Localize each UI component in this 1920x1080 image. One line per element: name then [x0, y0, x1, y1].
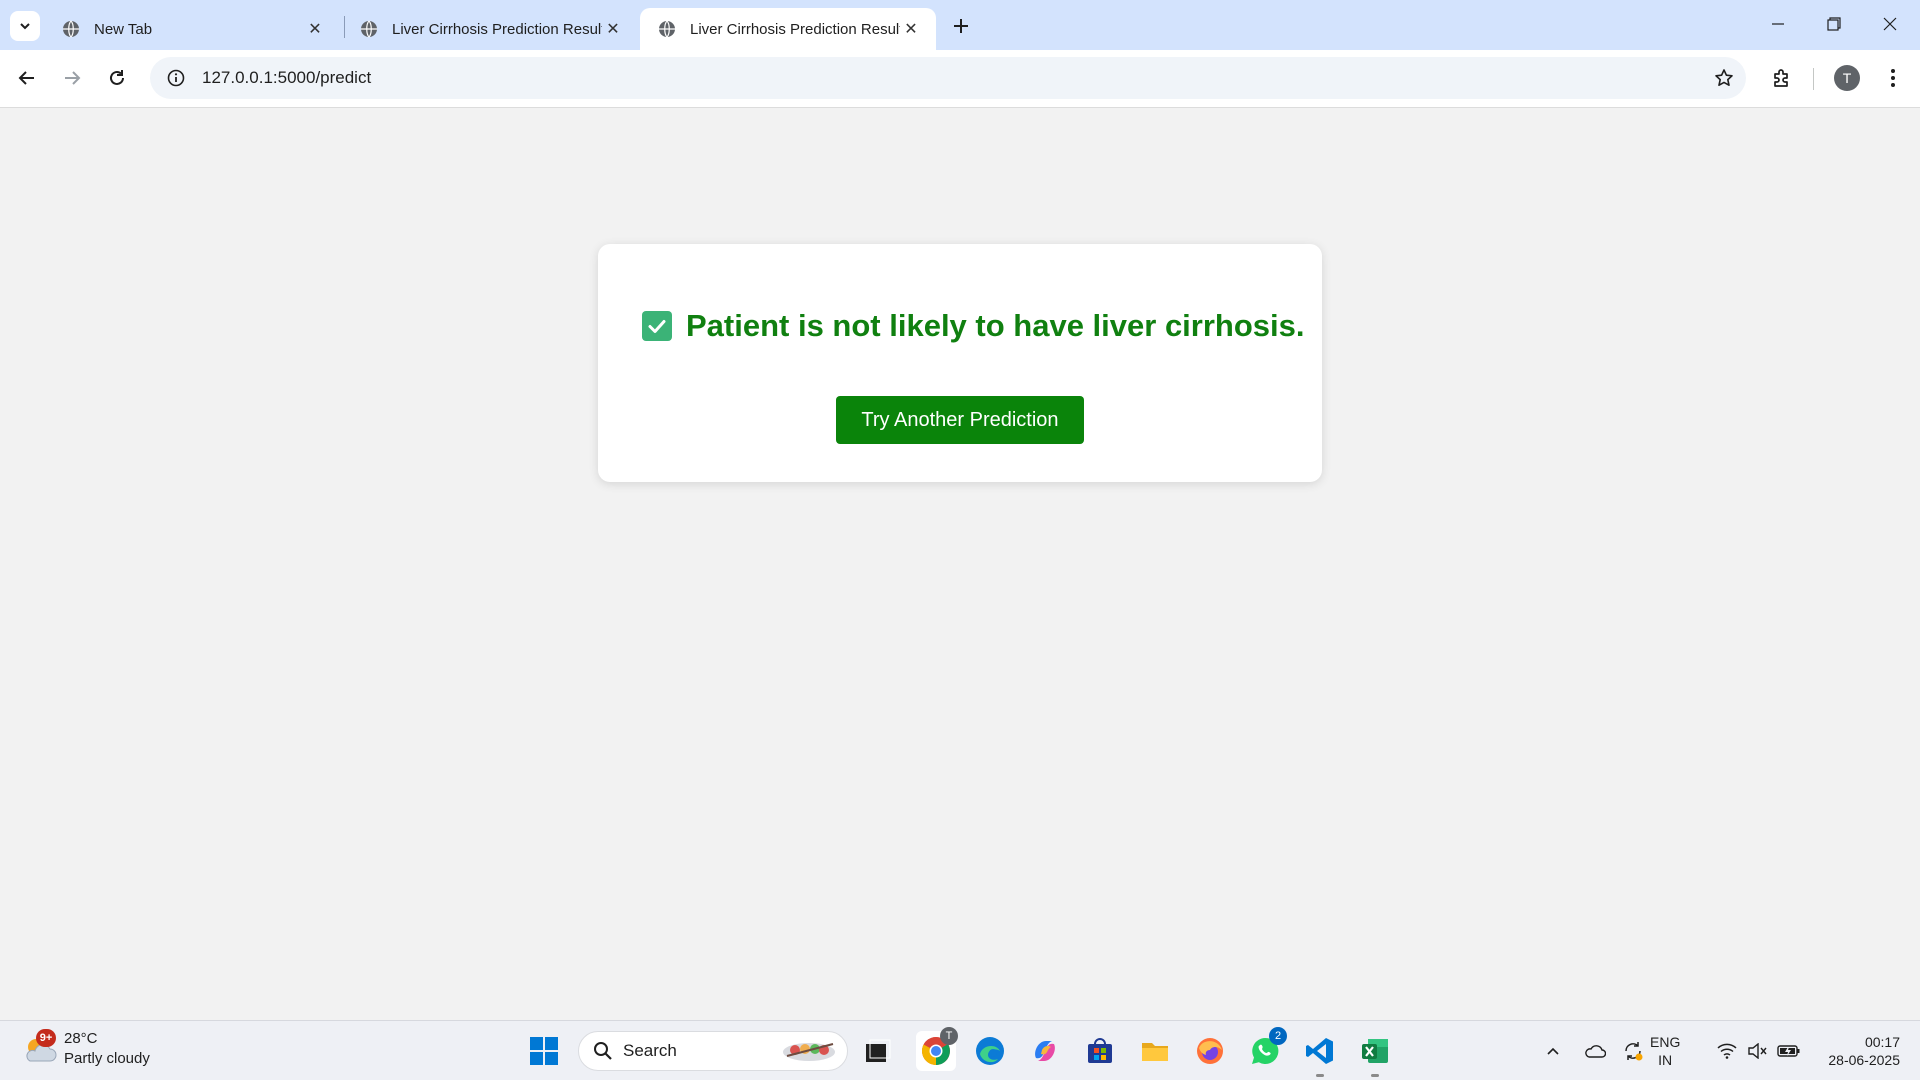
- chrome-profile-badge: T: [940, 1027, 958, 1045]
- search-label: Search: [623, 1041, 677, 1060]
- store-icon: [1088, 1038, 1112, 1063]
- task-view-button[interactable]: [858, 1031, 898, 1071]
- weather-condition: Partly cloudy: [64, 1050, 150, 1067]
- close-icon[interactable]: ✕: [602, 18, 624, 40]
- close-window-button[interactable]: [1862, 0, 1918, 48]
- tab-new-tab[interactable]: New Tab ✕: [44, 8, 340, 50]
- weather-widget[interactable]: 9+ 28°C Partly cloudy: [20, 1029, 150, 1069]
- toolbar-divider: [1813, 68, 1814, 90]
- minimize-button[interactable]: [1750, 0, 1806, 48]
- result-message: Patient is not likely to have liver cirr…: [686, 308, 1305, 343]
- tab-prediction-result-1[interactable]: Liver Cirrhosis Prediction Result ✕: [342, 8, 638, 50]
- weather-temperature: 28°C: [64, 1030, 98, 1047]
- firefox-taskbar-button[interactable]: [1190, 1031, 1230, 1071]
- file-explorer-taskbar-button[interactable]: [1135, 1031, 1175, 1071]
- clock-date: 28-06-2025: [1828, 1052, 1900, 1068]
- new-tab-button[interactable]: [946, 11, 976, 41]
- system-clock[interactable]: 00:17 28-06-2025: [1812, 1033, 1900, 1069]
- sync-icon: [1625, 1042, 1643, 1061]
- volume-muted-icon: [1748, 1043, 1767, 1059]
- arrow-left-icon: [18, 71, 34, 85]
- start-button[interactable]: [524, 1031, 564, 1071]
- chevron-down-icon: [20, 23, 30, 30]
- weather-alert-badge: 9+: [36, 1029, 56, 1047]
- search-highlight-icon: [783, 1043, 835, 1061]
- browser-toolbar: 127.0.0.1:5000/predict T: [0, 50, 1920, 108]
- plus-icon: [954, 19, 968, 33]
- address-bar[interactable]: 127.0.0.1:5000/predict: [150, 57, 1746, 99]
- folder-icon: [1142, 1043, 1168, 1061]
- globe-icon: [659, 20, 675, 38]
- close-icon: [1883, 17, 1897, 31]
- battery-tray-icon[interactable]: [1774, 1031, 1804, 1071]
- close-icon[interactable]: ✕: [304, 18, 326, 40]
- reload-icon: [110, 70, 124, 85]
- search-icon: [594, 1042, 612, 1060]
- edge-taskbar-button[interactable]: [970, 1031, 1010, 1071]
- tab-title: Liver Cirrhosis Prediction Result: [392, 20, 602, 38]
- restore-icon: [1827, 17, 1841, 31]
- windows-logo-icon: [530, 1037, 558, 1065]
- tab-prediction-result-2[interactable]: Liver Cirrhosis Prediction Result ✕: [640, 8, 936, 50]
- windows-taskbar: 9+ 28°C Partly cloudy Search T 2 ENG IN …: [0, 1020, 1920, 1080]
- partly-cloudy-icon: 9+: [20, 1029, 60, 1069]
- tab-title: Liver Cirrhosis Prediction Result: [690, 20, 900, 38]
- wifi-icon: [1717, 1043, 1737, 1059]
- onedrive-tray-icon[interactable]: [1580, 1031, 1610, 1071]
- reload-button[interactable]: [100, 61, 134, 95]
- menu-button[interactable]: [1876, 61, 1910, 95]
- sync-tray-icon[interactable]: [1618, 1031, 1648, 1071]
- firefox-icon: [1197, 1038, 1223, 1064]
- vscode-icon: [1306, 1038, 1333, 1064]
- extensions-button[interactable]: [1765, 61, 1799, 95]
- globe-icon: [63, 20, 79, 38]
- forward-button[interactable]: [55, 61, 89, 95]
- copilot-icon: [1035, 1041, 1055, 1061]
- avatar: T: [1834, 65, 1860, 91]
- vscode-taskbar-button[interactable]: [1300, 1031, 1340, 1077]
- whatsapp-unread-badge: 2: [1269, 1027, 1287, 1045]
- wifi-tray-icon[interactable]: [1714, 1031, 1740, 1071]
- language-indicator[interactable]: ENG IN: [1650, 1033, 1680, 1069]
- tab-search-button[interactable]: [10, 11, 40, 41]
- profile-button[interactable]: T: [1830, 61, 1864, 95]
- chrome-taskbar-button[interactable]: T: [916, 1027, 958, 1071]
- check-mark-icon: [642, 311, 672, 341]
- close-icon[interactable]: ✕: [900, 18, 922, 40]
- url-text[interactable]: 127.0.0.1:5000/predict: [202, 68, 1702, 88]
- bookmark-star-icon[interactable]: [1702, 57, 1746, 99]
- battery-charging-icon: [1777, 1045, 1800, 1057]
- clock-time: 00:17: [1864, 1034, 1900, 1050]
- copilot-taskbar-button[interactable]: [1025, 1031, 1065, 1071]
- taskbar-search[interactable]: Search: [578, 1031, 848, 1071]
- edge-icon: [976, 1037, 1004, 1065]
- globe-icon: [361, 20, 377, 38]
- tab-strip: New Tab ✕ Liver Cirrhosis Prediction Res…: [0, 0, 1920, 50]
- volume-tray-icon[interactable]: [1744, 1031, 1770, 1071]
- prediction-result: Patient is not likely to have liver cirr…: [642, 308, 1305, 344]
- store-taskbar-button[interactable]: [1080, 1031, 1120, 1071]
- minimize-icon: [1772, 23, 1784, 25]
- tab-title: New Tab: [94, 20, 153, 38]
- cloud-icon: [1585, 1045, 1606, 1058]
- restore-button[interactable]: [1806, 0, 1862, 48]
- whatsapp-taskbar-button[interactable]: 2: [1245, 1027, 1287, 1071]
- task-view-icon: [866, 1039, 891, 1062]
- region-code: IN: [1658, 1052, 1673, 1068]
- try-another-prediction-button[interactable]: Try Another Prediction: [836, 396, 1084, 444]
- site-info-icon[interactable]: [154, 57, 198, 99]
- arrow-right-icon: [65, 71, 81, 85]
- language-code: ENG: [1650, 1034, 1681, 1050]
- puzzle-icon: [1774, 69, 1788, 87]
- back-button[interactable]: [10, 61, 44, 95]
- excel-icon: [1362, 1039, 1388, 1063]
- more-vertical-icon: [1891, 69, 1895, 87]
- show-hidden-icons-button[interactable]: [1540, 1031, 1566, 1071]
- result-card: Patient is not likely to have liver cirr…: [598, 244, 1322, 482]
- chevron-up-icon: [1547, 1047, 1559, 1055]
- excel-taskbar-button[interactable]: [1355, 1031, 1395, 1077]
